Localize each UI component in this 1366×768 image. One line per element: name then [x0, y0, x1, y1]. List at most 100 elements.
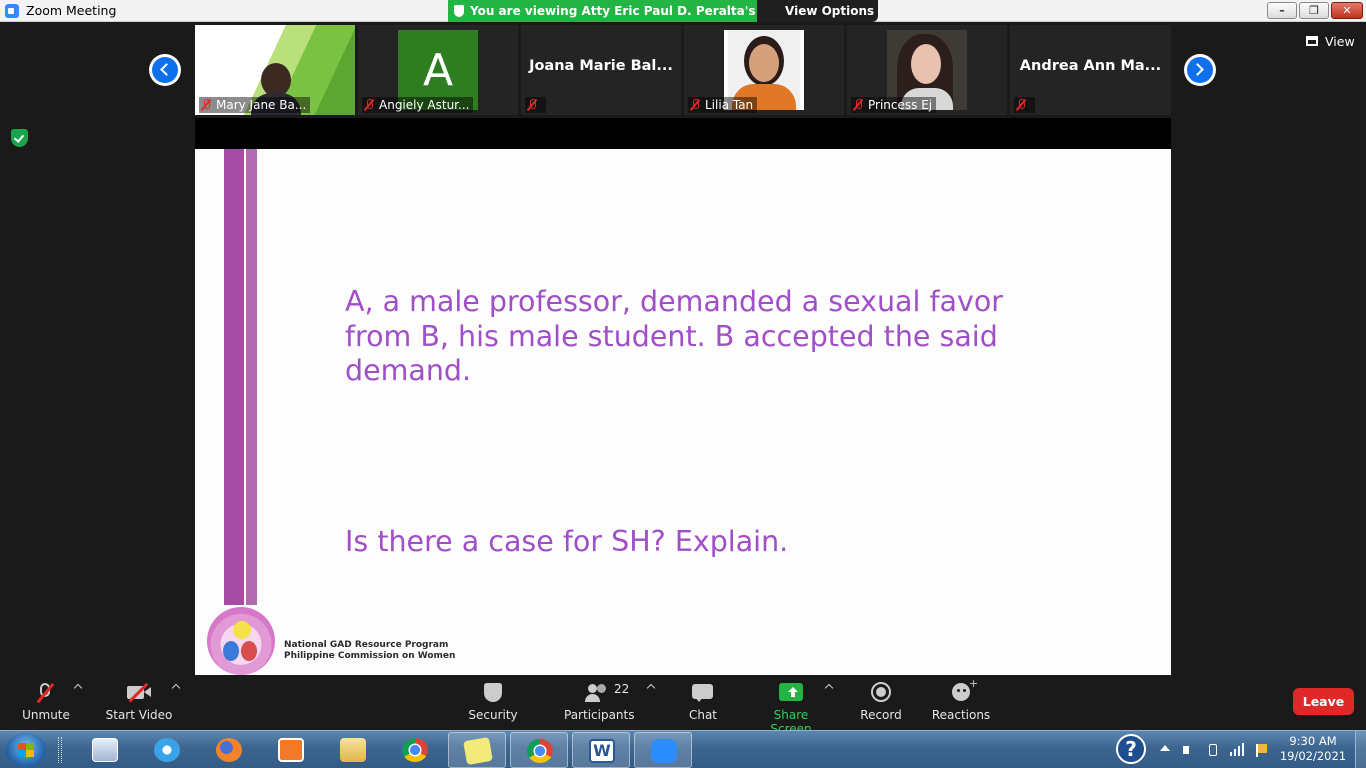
grid-view-icon [1306, 36, 1318, 46]
mic-muted-icon [853, 99, 863, 111]
shield-icon [464, 681, 522, 703]
participant-name: Lilia Tan [705, 98, 754, 112]
smiley-plus-icon: + [930, 677, 992, 703]
view-button-label: View [1325, 34, 1355, 49]
taskbar-internet-explorer[interactable] [138, 732, 196, 768]
participant-name-row [1014, 97, 1035, 113]
slide-accent-bar [224, 149, 244, 605]
logo-figure-shape [241, 641, 257, 661]
logo-sun-shape [233, 621, 251, 639]
meeting-toolbar: Unmute Start Video Security 22 Participa… [0, 675, 1366, 736]
share-screen-icon [754, 681, 828, 703]
power-icon[interactable] [1206, 743, 1220, 757]
start-button[interactable] [6, 733, 46, 767]
encryption-shield-icon[interactable] [11, 129, 28, 147]
participant-name: Princess Ej [868, 98, 933, 112]
minimize-button[interactable]: – [1267, 2, 1297, 19]
chrome-icon [527, 739, 553, 763]
taskbar-media-player[interactable] [262, 732, 320, 768]
org-line-1: National GAD Resource Program [284, 640, 449, 650]
sticky-notes-icon [463, 736, 493, 766]
reactions-label: Reactions [931, 708, 991, 722]
participant-tile[interactable]: Lilia Tan [684, 25, 844, 115]
close-button[interactable]: ✕ [1331, 2, 1363, 19]
video-off-icon [104, 681, 174, 703]
windows-logo-icon [18, 743, 34, 757]
taskbar-word[interactable]: W [572, 732, 630, 768]
chat-icon [680, 681, 726, 703]
gallery-next-button[interactable] [1184, 54, 1216, 86]
taskbar-sticky-notes[interactable] [448, 732, 506, 768]
participants-options-caret[interactable] [646, 683, 656, 693]
action-center-flag-icon[interactable] [1254, 743, 1268, 757]
clock-date: 19/02/2021 [1279, 749, 1347, 763]
taskbar-chrome-window[interactable] [510, 732, 568, 768]
chat-label: Chat [688, 708, 718, 722]
zoom-icon [651, 739, 677, 763]
speaker-icon[interactable] [1182, 743, 1196, 757]
gallery-prev-button[interactable] [149, 54, 181, 86]
screen-share-banner: You are viewing Atty Eric Paul D. Peralt… [448, 0, 757, 40]
unmute-label: Unmute [22, 708, 70, 722]
mic-muted-icon [1016, 99, 1026, 111]
slide-question-text: Is there a case for SH? Explain. [345, 525, 789, 558]
mic-muted-icon [16, 681, 76, 703]
security-label: Security [468, 708, 518, 722]
taskbar-calculator[interactable] [76, 732, 134, 768]
participant-tile[interactable]: Joana Marie Bal... [521, 25, 681, 115]
os-taskbar: W ? 9:30 AM 19/02/2021 [0, 730, 1366, 768]
chevron-left-icon [160, 63, 173, 76]
share-screen-button[interactable]: Share Screen [754, 681, 828, 736]
window-title-bar: Zoom Meeting You are viewing Atty Eric P… [0, 0, 1366, 40]
reactions-button[interactable]: + Reactions [930, 677, 992, 722]
taskbar-firefox[interactable] [200, 732, 258, 768]
view-button[interactable]: View [1306, 34, 1355, 49]
show-desktop-button[interactable] [1355, 731, 1366, 768]
slide-accent-bar [246, 149, 257, 605]
participant-tile[interactable]: Princess Ej [847, 25, 1007, 115]
start-video-label: Start Video [105, 708, 173, 722]
shield-icon [454, 5, 464, 17]
unmute-button[interactable]: Unmute [16, 681, 76, 722]
chrome-icon [402, 738, 428, 762]
participant-name-large: Joana Marie Bal... [529, 58, 673, 74]
security-button[interactable]: Security [464, 681, 522, 722]
taskbar-file-explorer[interactable] [324, 732, 382, 768]
participants-button[interactable]: 22 Participants [564, 681, 635, 722]
record-icon [857, 681, 905, 703]
mic-muted-icon [527, 99, 537, 111]
participant-name-row: Lilia Tan [688, 97, 758, 113]
record-label: Record [860, 708, 902, 722]
taskbar-chrome[interactable] [386, 732, 444, 768]
participant-name-row: Mary Jane Ba... [199, 97, 311, 113]
participant-name: Angiely Astur... [379, 98, 470, 112]
record-button[interactable]: Record [857, 681, 905, 722]
participant-name-row: Angiely Astur... [362, 97, 474, 113]
participants-count: 22 [614, 682, 630, 696]
leave-button[interactable]: Leave [1293, 688, 1354, 715]
participant-name-row: Princess Ej [851, 97, 937, 113]
shared-slide: A, a male professor, demanded a sexual f… [195, 149, 1171, 675]
participant-name: Mary Jane Ba... [216, 98, 307, 112]
signal-icon[interactable] [1230, 743, 1244, 757]
help-icon[interactable]: ? [1116, 734, 1146, 764]
window-title: Zoom Meeting [26, 3, 117, 18]
taskbar-gripper [58, 737, 62, 763]
participant-tile[interactable]: Mary Jane Ba... [195, 25, 355, 115]
folder-icon [340, 738, 366, 762]
participant-tile[interactable]: A Angiely Astur... [358, 25, 518, 115]
chat-button[interactable]: Chat [680, 681, 726, 722]
tray-expand-icon[interactable] [1160, 745, 1170, 751]
chevron-right-icon [1191, 63, 1204, 76]
system-clock[interactable]: 9:30 AM 19/02/2021 [1278, 734, 1348, 764]
media-player-icon [278, 738, 304, 762]
participant-name-large: Andrea Ann Ma... [1019, 58, 1162, 74]
view-options-button[interactable]: View Options [757, 0, 878, 36]
mic-muted-icon [201, 99, 211, 111]
clock-time: 9:30 AM [1289, 734, 1337, 748]
participant-tile[interactable]: Andrea Ann Ma... [1010, 25, 1171, 115]
restore-button[interactable]: ❐ [1299, 2, 1329, 19]
taskbar-zoom[interactable] [634, 732, 692, 768]
start-video-button[interactable]: Start Video [104, 681, 174, 722]
participants-label: Participants [564, 708, 635, 722]
